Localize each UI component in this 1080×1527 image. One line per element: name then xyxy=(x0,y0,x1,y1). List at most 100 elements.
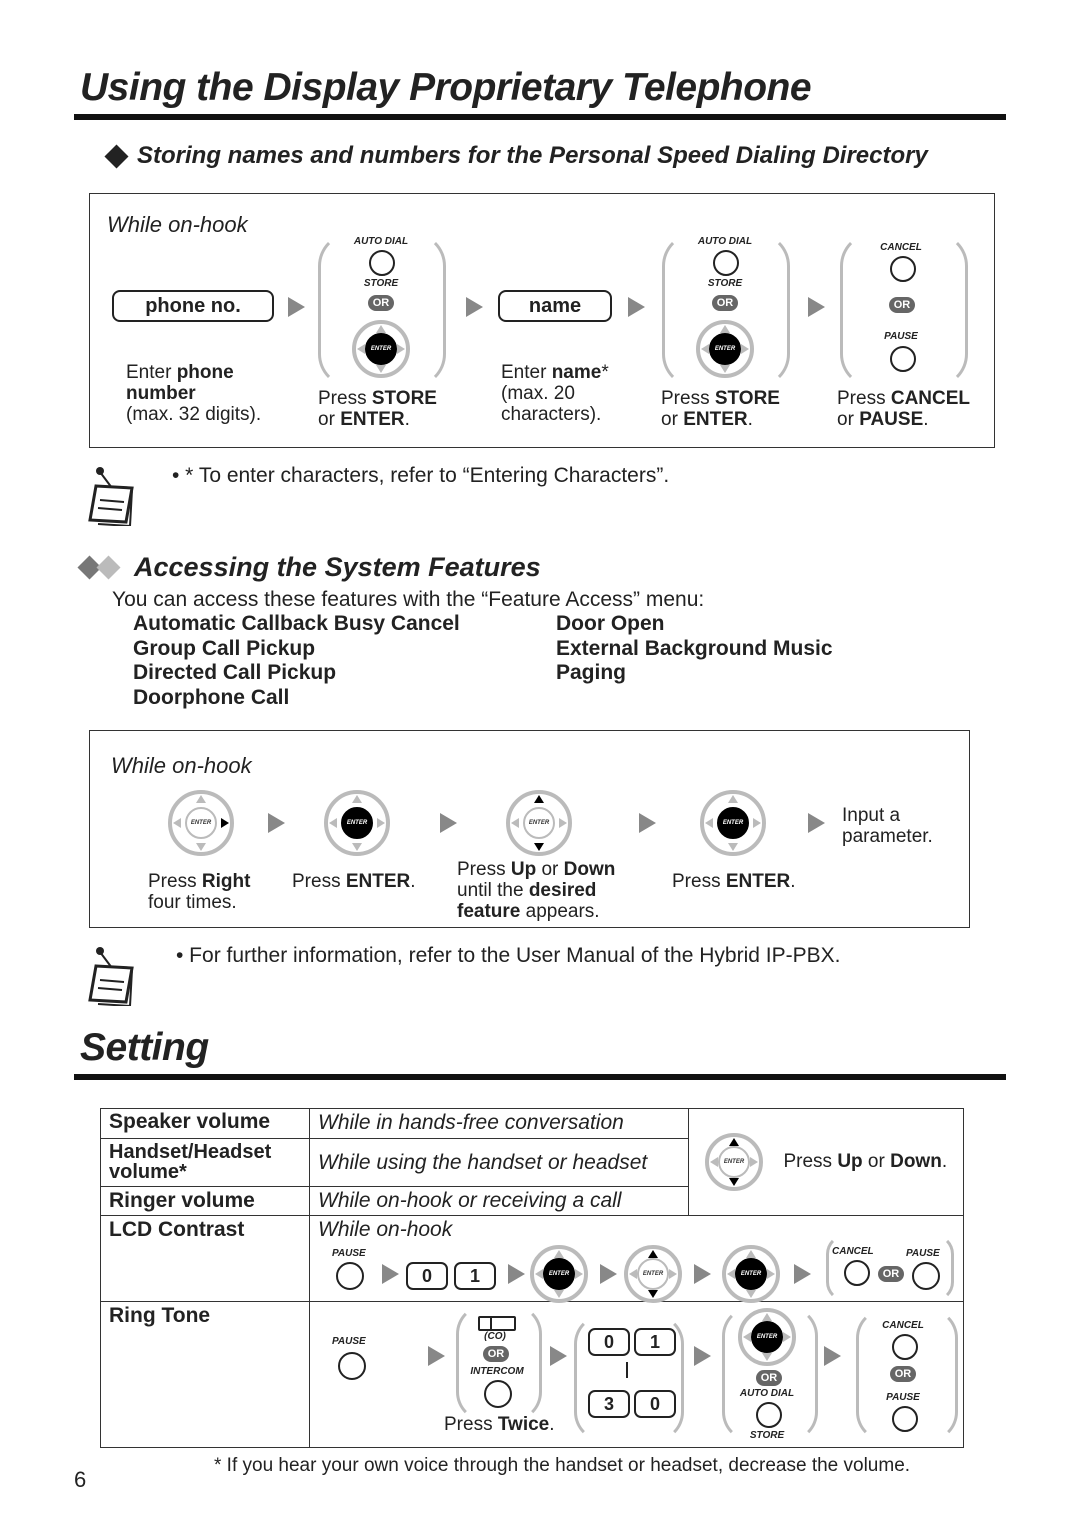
intercom-button-icon xyxy=(484,1380,512,1408)
arrow-icon xyxy=(824,1346,841,1366)
key-1: 1 xyxy=(634,1328,676,1356)
feature-item: Door Open xyxy=(556,612,665,635)
pause-label: PAUSE xyxy=(884,331,918,342)
arrow-icon xyxy=(466,297,483,317)
feature-item: Doorphone Call xyxy=(133,685,290,709)
or-badge: OR xyxy=(889,297,915,313)
arrow-icon xyxy=(550,1346,567,1366)
key-0: 0 xyxy=(406,1262,448,1290)
pause-button-icon xyxy=(338,1352,366,1380)
or-badge: OR xyxy=(712,295,738,311)
setting-heading: Setting xyxy=(80,1026,209,1069)
setting-label: Ringer volume xyxy=(100,1186,310,1216)
setting-label: Ring Tone xyxy=(100,1301,310,1448)
diamond-icon xyxy=(104,143,129,169)
pause-button-icon xyxy=(336,1262,364,1290)
condition-label: While on-hook xyxy=(111,753,252,778)
key-1: 1 xyxy=(454,1262,496,1290)
arrow-icon xyxy=(508,1264,525,1284)
pause-button-icon xyxy=(890,346,916,372)
feature-item: Directed Call Pickup xyxy=(133,661,337,684)
step-press-cancel: Press CANCEL or PAUSE. xyxy=(837,388,971,430)
navigator-up-down-icon: ENTER xyxy=(506,790,572,856)
step-enter-name: Enter name* (max. 20 characters). xyxy=(501,362,609,425)
memo-note-icon xyxy=(88,467,134,526)
page-number: 6 xyxy=(74,1467,87,1492)
navigator-right-icon: ENTER xyxy=(168,790,234,856)
intercom-label: INTERCOM xyxy=(470,1366,524,1377)
navigator-up-down-icon: ENTER xyxy=(705,1133,763,1191)
settings-table: Speaker volume While in hands-free conve… xyxy=(100,1108,964,1448)
or-badge: OR xyxy=(756,1370,782,1386)
or-badge: OR xyxy=(878,1266,904,1282)
navigator-enter-icon: ENTER xyxy=(352,320,410,378)
features-list-col2: Door Open External Background Music Pagi… xyxy=(556,612,833,686)
navigator-enter-icon: ENTER xyxy=(530,1245,588,1303)
press-twice-text: Press Twice. xyxy=(444,1414,555,1435)
memo-note-icon xyxy=(88,947,134,1006)
step-press-store: Press STORE or ENTER. xyxy=(318,388,437,430)
speed-dial-heading: Storing names and numbers for the Person… xyxy=(104,142,928,170)
title-rule xyxy=(74,114,1006,120)
navigator-up-down-icon: ENTER xyxy=(624,1245,682,1303)
auto-dial-label: AUTO DIAL xyxy=(353,236,409,247)
step-press-enter-2: Press ENTER. xyxy=(672,871,796,892)
store-label: STORE xyxy=(707,278,743,289)
feature-item: Paging xyxy=(556,661,627,684)
cancel-button-icon xyxy=(892,1334,918,1360)
arrow-icon xyxy=(808,813,825,833)
features-procedure-box: While on-hook ENTER ENTER ENTER ENTER In… xyxy=(89,730,970,928)
step-press-store-2: Press STORE or ENTER. xyxy=(661,388,780,430)
cancel-button-icon xyxy=(844,1260,870,1286)
key-0: 0 xyxy=(634,1390,676,1418)
store-button-icon xyxy=(713,250,739,276)
page-title: Using the Display Proprietary Telephone xyxy=(80,66,812,109)
step-press-right: Press Right four times. xyxy=(148,871,251,913)
setting-condition: While in hands-free conversation xyxy=(309,1108,689,1139)
feature-item: External Background Music xyxy=(556,636,833,660)
step-enter-phone: Enter phone number (max. 32 digits). xyxy=(126,362,262,425)
pause-label: PAUSE xyxy=(332,1336,366,1347)
speed-dial-heading-text: Storing names and numbers for the Person… xyxy=(137,142,928,169)
double-diamond-icon xyxy=(77,554,126,581)
features-list-col1: Automatic Callback Busy Cancel Group Cal… xyxy=(133,612,460,710)
cancel-label: CANCEL xyxy=(880,242,922,253)
arrow-icon xyxy=(428,1346,445,1366)
navigator-enter-icon: ENTER xyxy=(696,320,754,378)
key-0: 0 xyxy=(588,1328,630,1356)
pause-button-icon xyxy=(912,1262,940,1290)
condition-label: While on-hook xyxy=(107,212,248,237)
cancel-button-icon xyxy=(890,256,916,282)
table-row: Speaker volume While in hands-free conve… xyxy=(100,1108,964,1216)
navigator-enter-icon: ENTER xyxy=(324,790,390,856)
setting-rule xyxy=(74,1074,1006,1080)
setting-label: Handset/Headset volume* xyxy=(100,1138,310,1187)
co-label: (CO) xyxy=(484,1331,506,1342)
arrow-icon xyxy=(694,1264,711,1284)
arrow-icon xyxy=(600,1264,617,1284)
note-entering-characters: • * To enter characters, refer to “Enter… xyxy=(172,464,670,487)
step-input-parameter: Input a parameter. xyxy=(842,805,933,847)
key-3: 3 xyxy=(588,1390,630,1418)
arrow-icon xyxy=(382,1264,399,1284)
features-heading-text: Accessing the System Features xyxy=(134,552,541,582)
setting-condition: While on-hook or receiving a call xyxy=(309,1186,689,1216)
store-label: STORE xyxy=(749,1430,785,1441)
auto-dial-label: AUTO DIAL xyxy=(697,236,753,247)
arrow-icon xyxy=(288,297,305,317)
footnote: * If you hear your own voice through the… xyxy=(214,1455,911,1476)
arrow-icon xyxy=(628,297,645,317)
ring-tone-procedure: PAUSE (CO) OR INTERCOM Press Twice. 0 1 … xyxy=(309,1301,964,1448)
or-badge: OR xyxy=(890,1366,916,1382)
arrow-icon xyxy=(794,1264,811,1284)
step-press-up-down: Press Up or Down until the desired feature… xyxy=(457,859,616,922)
store-button-icon xyxy=(756,1402,782,1428)
feature-item: Automatic Callback Busy Cancel xyxy=(133,612,460,635)
speed-dial-procedure-box: While on-hook phone no. AUTO DIAL STORE … xyxy=(89,193,995,448)
volume-action-text: Press Up or Down. xyxy=(783,1151,948,1172)
or-badge: OR xyxy=(368,295,394,311)
auto-dial-label: AUTO DIAL xyxy=(739,1388,795,1399)
store-button-icon xyxy=(369,250,395,276)
arrow-icon xyxy=(440,813,457,833)
navigator-enter-icon: ENTER xyxy=(700,790,766,856)
